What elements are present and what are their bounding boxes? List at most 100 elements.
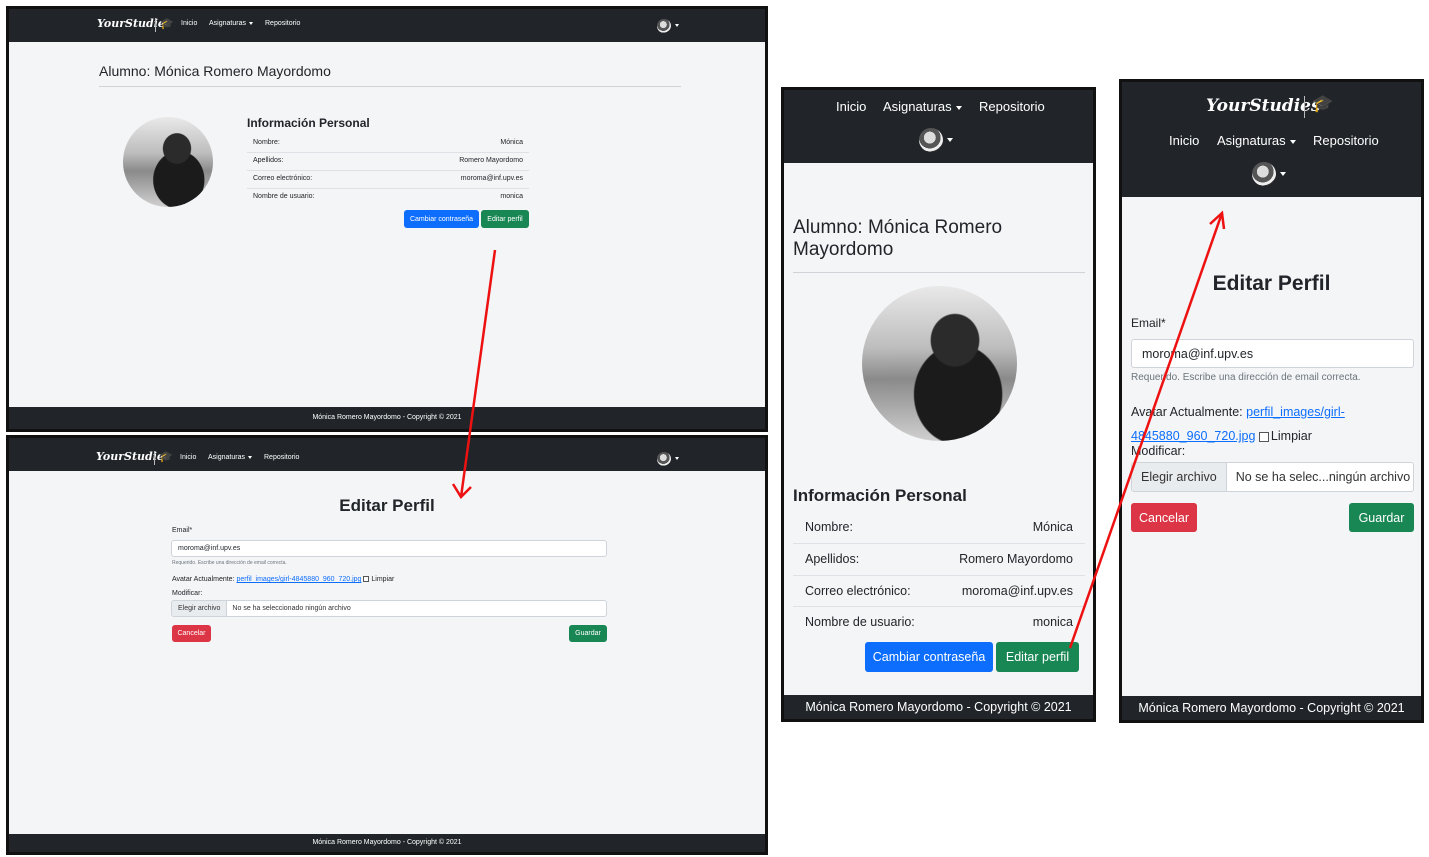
info-row-correo: Correo electrónico: moroma@inf.upv.es (793, 576, 1085, 607)
change-password-button[interactable]: Cambiar contraseña (865, 642, 993, 672)
page-title-line: Alumno: Mónica Romero (793, 217, 1003, 238)
graduation-cap-icon: 🎓 (160, 18, 174, 30)
nav-asignaturas-label: Asignaturas (209, 20, 246, 27)
graduation-cap-icon: 🎓 (159, 451, 173, 463)
nav-asignaturas[interactable]: Asignaturas (1217, 133, 1296, 148)
navbar: Inicio Asignaturas Repositorio (784, 90, 1093, 163)
page-title-line: Mayordomo (793, 239, 894, 260)
choose-file-button[interactable]: Elegir archivo (172, 601, 228, 616)
info-value: Mónica (500, 139, 523, 146)
file-input[interactable]: Elegir archivo No se ha selec...ningún ar… (1131, 462, 1414, 492)
user-menu[interactable] (1252, 162, 1286, 186)
cancel-button[interactable]: Cancelar (172, 625, 211, 642)
clear-checkbox[interactable] (363, 576, 370, 583)
email-label: Email* (1131, 316, 1166, 330)
nav-asignaturas[interactable]: Asignaturas (208, 454, 252, 461)
profile-photo (123, 117, 213, 207)
divider (793, 272, 1085, 273)
email-help-text: Requerido. Escribe una dirección de emai… (172, 560, 287, 566)
info-label: Correo electrónico: (253, 175, 313, 182)
choose-file-button[interactable]: Elegir archivo (1132, 463, 1227, 491)
nav-repositorio[interactable]: Repositorio (979, 99, 1045, 114)
info-value: monica (1032, 615, 1073, 629)
modify-label: Modificar: (172, 590, 203, 597)
nav-asignaturas-label: Asignaturas (1217, 133, 1286, 148)
email-field[interactable]: moroma@inf.upv.es (171, 540, 607, 557)
chevron-down-icon (675, 24, 679, 28)
info-value: Romero Mayordomo (459, 157, 523, 164)
chevron-down-icon (1289, 139, 1296, 144)
file-input[interactable]: Elegir archivo No se ha seleccionado ning… (171, 600, 607, 617)
nav-inicio[interactable]: Inicio (181, 20, 197, 27)
info-row-nombre: Nombre: Mónica (247, 135, 529, 153)
edit-profile-button[interactable]: Editar perfil (996, 642, 1079, 672)
save-button[interactable]: Guardar (569, 625, 607, 642)
page-title: Alumno: Mónica Romero Mayordomo (793, 217, 1002, 261)
nav-repositorio[interactable]: Repositorio (264, 454, 299, 461)
chevron-down-icon (675, 457, 679, 461)
avatar-link-part: perfil_images/girl- (1246, 405, 1345, 419)
user-menu[interactable] (657, 17, 679, 35)
nav-repositorio[interactable]: Repositorio (1313, 133, 1379, 148)
avatar (657, 18, 671, 33)
desktop-edit-screenshot: YourStudies 🎓 Inicio Asignaturas Reposit… (6, 435, 768, 855)
section-title: Información Personal (247, 116, 370, 130)
avatar-current: Avatar Actualmente: perfil_images/girl-4… (172, 576, 394, 583)
modify-label: Modificar: (1131, 444, 1186, 458)
info-label: Apellidos: (253, 157, 284, 164)
avatar (919, 128, 943, 152)
avatar-label: Avatar Actualmente: (172, 576, 235, 583)
avatar (657, 451, 671, 466)
brand-separator (154, 451, 155, 465)
navbar: YourStudies 🎓 Inicio Asignaturas Reposit… (1122, 82, 1421, 197)
profile-photo (862, 286, 1017, 441)
info-label: Nombre de usuario: (253, 193, 315, 200)
nav-asignaturas-label: Asignaturas (208, 454, 245, 461)
user-menu[interactable] (657, 450, 679, 468)
cancel-button[interactable]: Cancelar (1131, 503, 1197, 532)
chevron-down-icon (947, 138, 953, 142)
nav-asignaturas[interactable]: Asignaturas (209, 20, 253, 27)
info-row-usuario: Nombre de usuario: monica (793, 607, 1085, 639)
info-value: monica (500, 193, 523, 200)
info-label: Nombre: (805, 520, 853, 534)
footer: Mónica Romero Mayordomo - Copyright © 20… (9, 407, 765, 429)
mobile-edit-screenshot: YourStudies 🎓 Inicio Asignaturas Reposit… (1119, 79, 1424, 723)
mobile-profile-screenshot: Inicio Asignaturas Repositorio Alumno: M… (781, 87, 1096, 722)
nav-repositorio[interactable]: Repositorio (265, 20, 300, 27)
save-button[interactable]: Guardar (1349, 503, 1414, 532)
info-value: Romero Mayordomo (959, 552, 1073, 566)
avatar-link-part: 4845880_960_720.jpg (1131, 429, 1256, 443)
edit-profile-button[interactable]: Editar perfil (481, 210, 529, 228)
navbar: YourStudies 🎓 Inicio Asignaturas Reposit… (9, 9, 765, 42)
email-field[interactable]: moroma@inf.upv.es (1131, 339, 1414, 368)
chevron-down-icon (247, 455, 252, 459)
user-menu[interactable] (919, 128, 953, 152)
change-password-button[interactable]: Cambiar contraseña (404, 210, 479, 228)
clear-checkbox[interactable] (1258, 431, 1269, 442)
avatar (1252, 162, 1276, 186)
avatar-link[interactable]: perfil_images/girl-4845880_960_720.jpg (236, 576, 361, 583)
nav-asignaturas-label: Asignaturas (883, 99, 952, 114)
email-label: Email* (172, 527, 193, 534)
chevron-down-icon (248, 21, 253, 25)
nav-inicio[interactable]: Inicio (1169, 133, 1199, 148)
brand-separator (1304, 96, 1305, 118)
email-help-text: Requerido. Escribe una dirección de emai… (1131, 372, 1361, 383)
info-value: moroma@inf.upv.es (961, 584, 1073, 598)
clear-label: Limpiar (1270, 429, 1312, 443)
info-row-correo: Correo electrónico: moroma@inf.upv.es (247, 171, 529, 189)
info-row-nombre: Nombre: Mónica (793, 512, 1085, 544)
footer: Mónica Romero Mayordomo - Copyright © 20… (784, 695, 1093, 719)
desktop-profile-screenshot: YourStudies 🎓 Inicio Asignaturas Reposit… (6, 6, 768, 432)
email-value: moroma@inf.upv.es (178, 545, 241, 552)
avatar-label: Avatar Actualmente: (1131, 405, 1243, 419)
brand-separator (155, 18, 156, 32)
graduation-cap-icon: 🎓 (1312, 94, 1334, 113)
footer: Mónica Romero Mayordomo - Copyright © 20… (1122, 696, 1421, 720)
nav-inicio[interactable]: Inicio (180, 454, 196, 461)
info-label: Nombre de usuario: (805, 615, 915, 629)
info-row-apellidos: Apellidos: Romero Mayordomo (247, 153, 529, 171)
nav-inicio[interactable]: Inicio (836, 99, 866, 114)
nav-asignaturas[interactable]: Asignaturas (883, 99, 962, 114)
